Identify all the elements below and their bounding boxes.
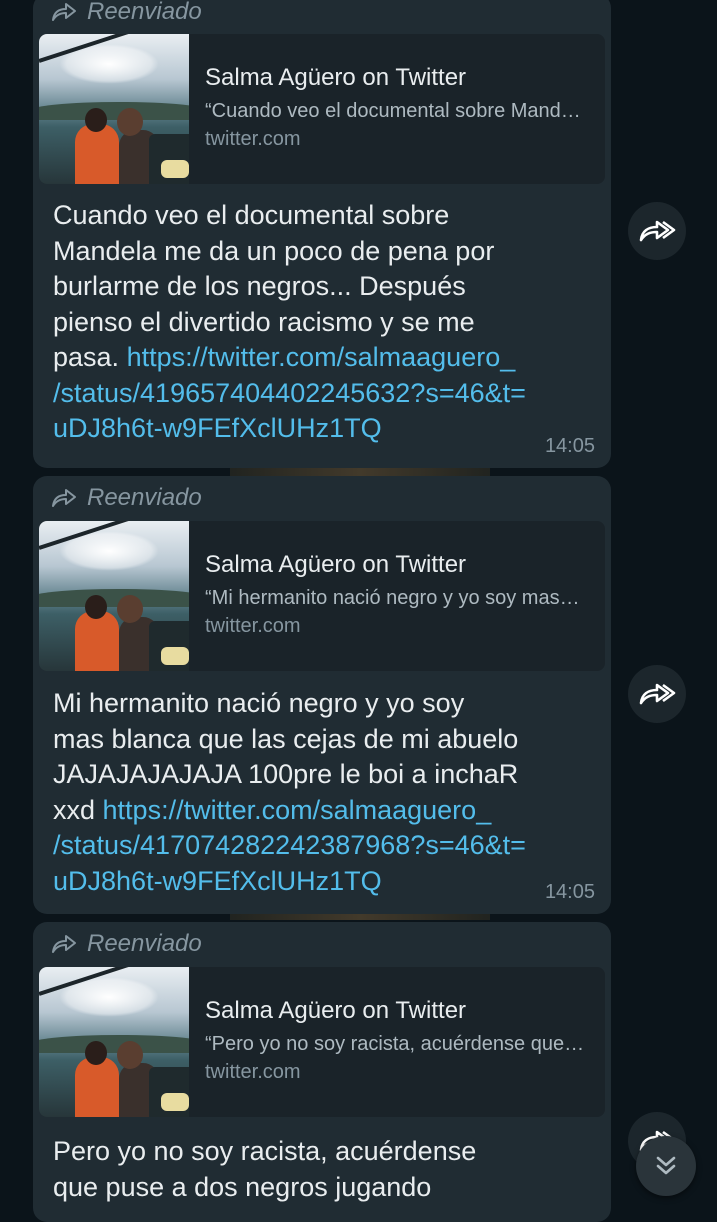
- wallpaper-strip: [230, 468, 490, 476]
- forwarded-indicator: Reenviado: [51, 928, 202, 960]
- forwarded-indicator: Reenviado: [51, 482, 202, 514]
- message-time: 14:05: [544, 881, 595, 903]
- preview-domain: twitter.com: [205, 128, 301, 150]
- link-preview[interactable]: Salma Agüero on Twitter “Pero yo no soy …: [39, 967, 605, 1117]
- forward-arrow-icon: [639, 220, 676, 242]
- forwarded-label: Reenviado: [87, 0, 202, 25]
- forwarded-arrow-icon: [52, 935, 76, 953]
- preview-thumbnail: [39, 34, 189, 184]
- forwarded-arrow-icon: [52, 3, 76, 21]
- message-text: Pero yo no soy racista, acuérdense que p…: [53, 1134, 593, 1205]
- message-link[interactable]: https://twitter.com/salmaaguero_ /status…: [53, 795, 526, 896]
- forwarded-label: Reenviado: [87, 484, 202, 511]
- preview-thumbnail: [39, 521, 189, 671]
- forwarded-arrow-icon: [52, 489, 76, 507]
- link-preview[interactable]: Salma Agüero on Twitter “Cuando veo el d…: [39, 34, 605, 184]
- double-chevron-down-icon: [656, 1156, 676, 1175]
- message-bubble[interactable]: Reenviado Salma Agüero on Twitter “Cuand…: [33, 0, 611, 468]
- preview-title: Salma Agüero on Twitter: [205, 997, 467, 1024]
- preview-description: “Pero yo no soy racista, acuérdense que …: [205, 1033, 585, 1055]
- forwarded-label: Reenviado: [87, 930, 202, 957]
- preview-description: “Mi hermanito nació negro y yo soy mas b…: [205, 587, 585, 609]
- link-preview[interactable]: Salma Agüero on Twitter “Mi hermanito na…: [39, 521, 605, 671]
- forward-button[interactable]: [628, 202, 686, 260]
- message-bubble[interactable]: Reenviado Salma Agüero on Twitter “Mi he…: [33, 476, 611, 914]
- forward-button[interactable]: [628, 665, 686, 723]
- message-text: Cuando veo el documental sobre Mandela m…: [53, 198, 593, 447]
- preview-domain: twitter.com: [205, 1061, 301, 1083]
- scroll-to-bottom-button[interactable]: [636, 1136, 696, 1196]
- forward-arrow-icon: [639, 683, 676, 705]
- preview-thumbnail: [39, 967, 189, 1117]
- message-bubble[interactable]: Reenviado Salma Agüero on Twitter “Pero …: [33, 922, 611, 1222]
- forwarded-indicator: Reenviado: [51, 0, 202, 28]
- preview-description: “Cuando veo el documental sobre Mandela …: [205, 100, 585, 122]
- message-time: 14:05: [544, 435, 595, 457]
- preview-title: Salma Agüero on Twitter: [205, 64, 467, 91]
- message-body: Pero yo no soy racista, acuérdense que p…: [53, 1136, 477, 1202]
- message-text: Mi hermanito nació negro y yo soy mas bl…: [53, 686, 593, 899]
- preview-title: Salma Agüero on Twitter: [205, 551, 467, 578]
- preview-domain: twitter.com: [205, 615, 301, 637]
